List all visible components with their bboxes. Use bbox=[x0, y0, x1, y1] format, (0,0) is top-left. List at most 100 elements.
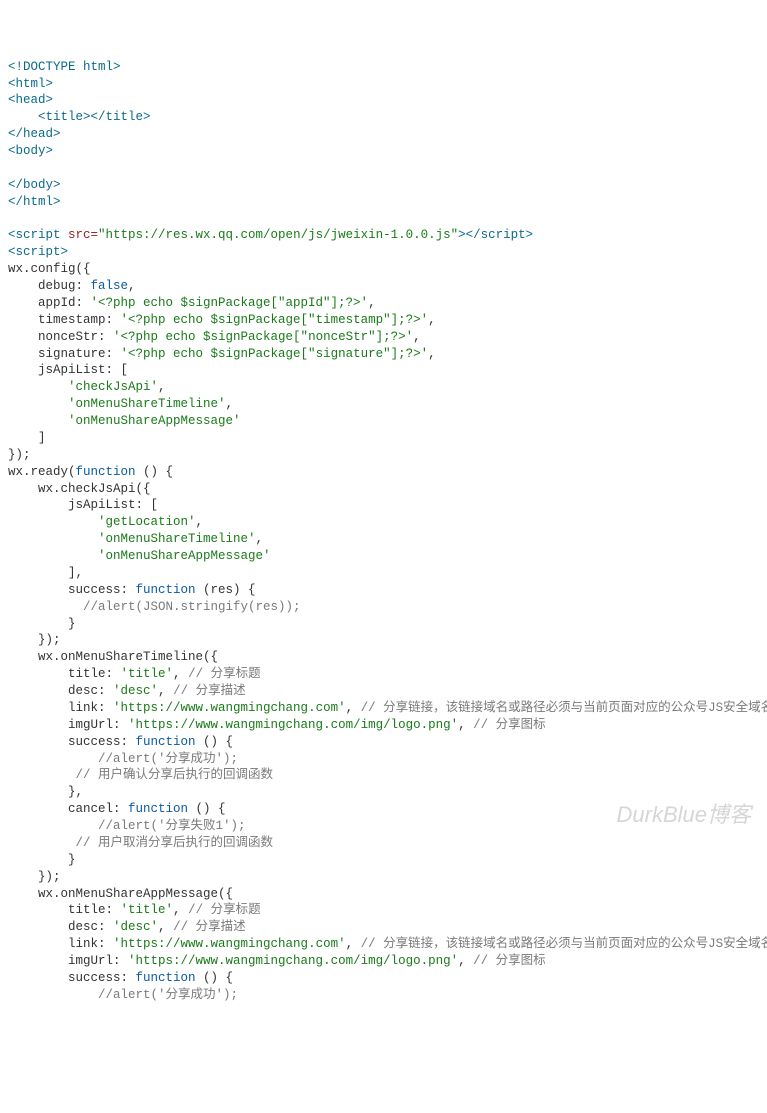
code-token: success: bbox=[8, 583, 136, 597]
code-line: timestamp: '<?php echo $signPackage["tim… bbox=[8, 312, 759, 329]
code-token bbox=[8, 549, 98, 563]
code-token: debug: bbox=[8, 279, 91, 293]
code-token: 'onMenuShareAppMessage' bbox=[98, 549, 271, 563]
code-token: , bbox=[173, 903, 188, 917]
code-token: //alert('分享失败1'); bbox=[98, 819, 246, 833]
code-token: wx.checkJsApi({ bbox=[8, 482, 151, 496]
code-token: //alert('分享成功'); bbox=[98, 752, 238, 766]
code-token: }, bbox=[8, 785, 83, 799]
code-token bbox=[8, 414, 68, 428]
code-line: cancel: function () { bbox=[8, 801, 759, 818]
code-line: title: 'title', // 分享标题 bbox=[8, 666, 759, 683]
code-token: imgUrl: bbox=[8, 954, 128, 968]
code-line: // 用户确认分享后执行的回调函数 bbox=[8, 767, 759, 784]
code-token: 'https://www.wangmingchang.com' bbox=[113, 701, 346, 715]
code-token: </title> bbox=[91, 110, 151, 124]
code-line: </head> bbox=[8, 126, 759, 143]
code-line: wx.config({ bbox=[8, 261, 759, 278]
code-token bbox=[8, 515, 98, 529]
code-line: }, bbox=[8, 784, 759, 801]
code-token: , bbox=[196, 515, 204, 529]
code-token: , bbox=[346, 701, 361, 715]
code-token: signature: bbox=[8, 347, 121, 361]
code-token: <html> bbox=[8, 77, 53, 91]
code-line: }); bbox=[8, 869, 759, 886]
code-token: , bbox=[458, 718, 473, 732]
code-line: ], bbox=[8, 565, 759, 582]
code-line: appId: '<?php echo $signPackage["appId"]… bbox=[8, 295, 759, 312]
code-token bbox=[8, 380, 68, 394]
code-token: function bbox=[136, 583, 196, 597]
code-token: '<?php echo $signPackage["signature"];?>… bbox=[121, 347, 429, 361]
code-token: }); bbox=[8, 448, 31, 462]
code-line: //alert('分享成功'); bbox=[8, 751, 759, 768]
code-token: () { bbox=[196, 735, 234, 749]
code-line: link: 'https://www.wangmingchang.com', /… bbox=[8, 700, 759, 717]
code-line: jsApiList: [ bbox=[8, 497, 759, 514]
code-token: function bbox=[136, 971, 196, 985]
code-line bbox=[8, 160, 759, 177]
code-line: title: 'title', // 分享标题 bbox=[8, 902, 759, 919]
code-line: <script> bbox=[8, 244, 759, 261]
code-token: <head> bbox=[8, 93, 53, 107]
code-line: link: 'https://www.wangmingchang.com', /… bbox=[8, 936, 759, 953]
code-token: } bbox=[8, 853, 76, 867]
code-token bbox=[8, 819, 98, 833]
code-token: success: bbox=[8, 735, 136, 749]
code-token: function bbox=[128, 802, 188, 816]
code-token: 'desc' bbox=[113, 684, 158, 698]
code-token: // 分享描述 bbox=[173, 920, 246, 934]
code-token: () { bbox=[196, 971, 234, 985]
code-token: title: bbox=[8, 903, 121, 917]
code-token: //alert(JSON.stringify(res)); bbox=[83, 600, 301, 614]
code-token: link: bbox=[8, 937, 113, 951]
code-line: <head> bbox=[8, 92, 759, 109]
code-line: <script src="https://res.wx.qq.com/open/… bbox=[8, 227, 759, 244]
code-token: appId: bbox=[8, 296, 91, 310]
code-token: '<?php echo $signPackage["appId"];?>' bbox=[91, 296, 369, 310]
code-token: // 用户确认分享后执行的回调函数 bbox=[76, 768, 274, 782]
code-block: <!DOCTYPE html><html><head> <title></tit… bbox=[8, 59, 759, 1004]
code-line: debug: false, bbox=[8, 278, 759, 295]
code-line: wx.onMenuShareTimeline({ bbox=[8, 649, 759, 666]
code-token: 'getLocation' bbox=[98, 515, 196, 529]
code-line: wx.onMenuShareAppMessage({ bbox=[8, 886, 759, 903]
code-token: wx.onMenuShareTimeline({ bbox=[8, 650, 218, 664]
code-token bbox=[8, 110, 38, 124]
code-token: </script> bbox=[466, 228, 534, 242]
code-line: } bbox=[8, 616, 759, 633]
code-token: wx.ready( bbox=[8, 465, 76, 479]
code-token: function bbox=[76, 465, 136, 479]
code-token: , bbox=[173, 667, 188, 681]
code-token: cancel: bbox=[8, 802, 128, 816]
code-line: 'onMenuShareAppMessage' bbox=[8, 548, 759, 565]
code-token: // 分享链接，该链接域名或路径必须与当前页面对应的公众号JS安全域名一致 bbox=[361, 937, 767, 951]
code-token: ], bbox=[8, 566, 83, 580]
code-token: , bbox=[256, 532, 264, 546]
code-token: , bbox=[413, 330, 421, 344]
code-token: <body> bbox=[8, 144, 53, 158]
code-line: signature: '<?php echo $signPackage["sig… bbox=[8, 346, 759, 363]
code-token: , bbox=[428, 313, 436, 327]
code-token: , bbox=[128, 279, 136, 293]
code-line: 'onMenuShareAppMessage' bbox=[8, 413, 759, 430]
code-token: } bbox=[8, 617, 76, 631]
code-token: , bbox=[158, 920, 173, 934]
code-line: <html> bbox=[8, 76, 759, 93]
code-token: , bbox=[368, 296, 376, 310]
code-token: wx.onMenuShareAppMessage({ bbox=[8, 887, 233, 901]
code-token: </body> bbox=[8, 178, 61, 192]
code-token: > bbox=[458, 228, 466, 242]
code-token: success: bbox=[8, 971, 136, 985]
code-token: '<?php echo $signPackage["nonceStr"];?>' bbox=[113, 330, 413, 344]
code-token: title: bbox=[8, 667, 121, 681]
code-token: <script> bbox=[8, 245, 68, 259]
code-token: ] bbox=[8, 431, 46, 445]
code-token: 'https://www.wangmingchang.com/img/logo.… bbox=[128, 718, 458, 732]
code-line: success: function (res) { bbox=[8, 582, 759, 599]
code-token: , bbox=[158, 684, 173, 698]
code-token: () { bbox=[188, 802, 226, 816]
code-token: function bbox=[136, 735, 196, 749]
code-token bbox=[8, 532, 98, 546]
code-line: jsApiList: [ bbox=[8, 362, 759, 379]
